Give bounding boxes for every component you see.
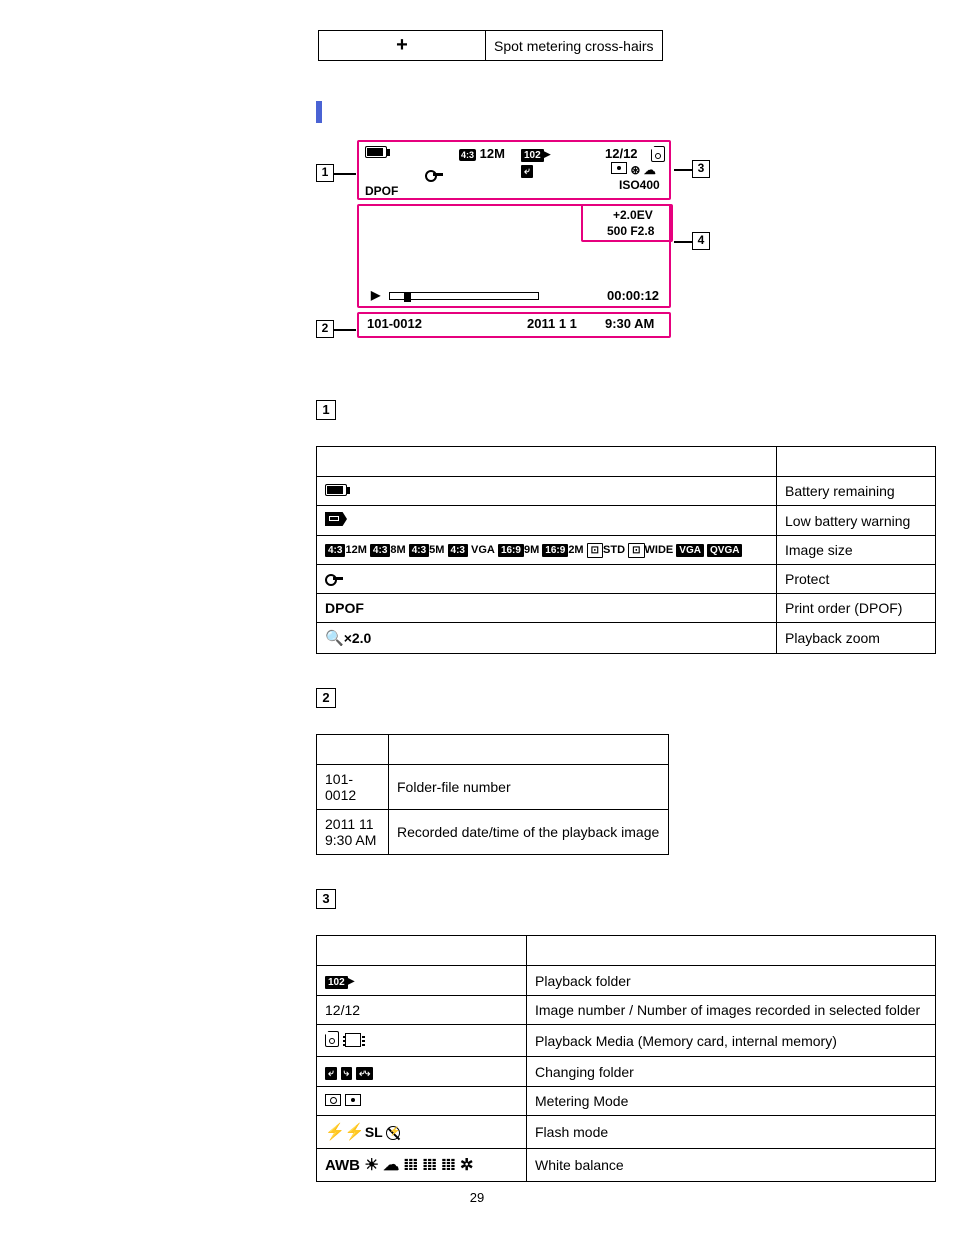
battery-icon-cell [317, 477, 777, 506]
section-2-table: 101-0012 Folder-file number 2011 11 9:30… [316, 734, 669, 855]
low-battery-desc: Low battery warning [777, 506, 936, 536]
section-3-marker: 3 [316, 889, 336, 909]
page-number: 29 [20, 1190, 934, 1205]
changing-folder-icon: ⤶ [521, 162, 533, 178]
image-size-label: 4:3 12M [459, 146, 505, 161]
metering-mode-icons [317, 1087, 527, 1116]
date: 2011 1 1 [527, 316, 577, 331]
play-icon: ▶ [371, 288, 380, 302]
image-size-icons: 4:312M 4:38M 4:35M 4:3 VGA 16:99M 16:92M… [317, 536, 777, 565]
changing-folder-icons: ⤶ ⤷ ⤶⤷ [317, 1057, 527, 1087]
progress-bar [389, 292, 539, 300]
dpof-cell: DPOF [317, 594, 777, 623]
playback-media-desc: Playback Media (Memory card, internal me… [527, 1025, 936, 1057]
folder-icon: 102▸ [521, 146, 550, 162]
low-battery-icon-cell [317, 506, 777, 536]
crosshair-icon: + [319, 31, 486, 61]
image-number-value: 12/12 [317, 996, 527, 1025]
protect-icon [425, 168, 443, 183]
zoom-desc: Playback zoom [777, 623, 936, 654]
folder-file-value: 101-0012 [317, 765, 389, 810]
playback-folder-icon: 102▸ [317, 966, 527, 996]
folder-file: 101-0012 [367, 316, 422, 331]
callout-1: 1 [316, 164, 334, 182]
protect-desc: Protect [777, 565, 936, 594]
folder-file-desc: Folder-file number [389, 765, 669, 810]
section-3-table: 102▸ Playback folder 12/12 Image number … [316, 935, 936, 1182]
section-marker [316, 101, 322, 123]
callout-2: 2 [316, 320, 334, 338]
white-balance-icons: AWB ☀ ☁ 𝍖 𝍖 𝍖 ✲ [317, 1149, 527, 1182]
dpof-label: DPOF [365, 184, 398, 198]
section-2-marker: 2 [316, 688, 336, 708]
playback-folder-desc: Playback folder [527, 966, 936, 996]
playback-media-icons [317, 1025, 527, 1057]
image-size-desc: Image size [777, 536, 936, 565]
metering-mode-desc: Metering Mode [527, 1087, 936, 1116]
section-1-marker: 1 [316, 400, 336, 420]
spot-metering-row: + Spot metering cross-hairs [318, 30, 663, 61]
battery-desc: Battery remaining [777, 477, 936, 506]
clock: 9:30 AM [605, 316, 654, 331]
flash-mode-icons: ⚡⚡SL [317, 1116, 527, 1149]
protect-icon-cell [317, 565, 777, 594]
callout-3: 3 [692, 160, 710, 178]
callout-4: 4 [692, 232, 710, 250]
spot-metering-desc: Spot metering cross-hairs [486, 31, 663, 61]
shutter-label: 500 F2.8 [607, 224, 654, 238]
section-1-table: Battery remaining Low battery warning 4:… [316, 446, 936, 654]
playback-screen-diagram: 1 2 3 4 4:3 12M 102▸ 12/12 ⤶ ⊛ ☁ ISO400 … [316, 136, 696, 356]
battery-icon [365, 146, 387, 161]
white-balance-desc: White balance [527, 1149, 936, 1182]
ev-label: +2.0EV [613, 208, 653, 222]
datetime-value: 2011 11 9:30 AM [317, 810, 389, 855]
image-number-desc: Image number / Number of images recorded… [527, 996, 936, 1025]
elapsed-time: 00:00:12 [607, 288, 659, 303]
image-count: 12/12 [605, 146, 638, 161]
flash-mode-desc: Flash mode [527, 1116, 936, 1149]
datetime-desc: Recorded date/time of the playback image [389, 810, 669, 855]
iso-label: ISO400 [619, 178, 660, 192]
dpof-desc: Print order (DPOF) [777, 594, 936, 623]
metering-flash-icons: ⊛ ☁ [607, 162, 656, 177]
changing-folder-desc: Changing folder [527, 1057, 936, 1087]
zoom-cell: 🔍×2.0 [317, 623, 777, 654]
